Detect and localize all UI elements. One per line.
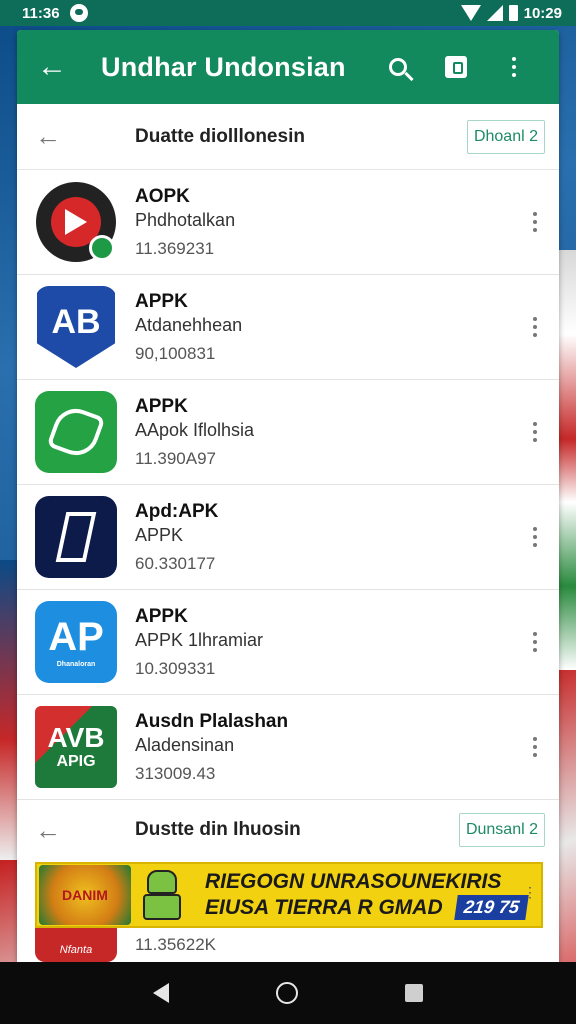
nav-back-icon[interactable] — [153, 983, 170, 1003]
search-icon — [389, 58, 407, 76]
more-vert-icon[interactable] — [525, 527, 545, 547]
list-item[interactable]: AB APPK Atdanehhean 90,100831 — [17, 275, 559, 380]
more-vert-icon — [512, 57, 516, 77]
app-name: Apd:APK — [135, 500, 219, 522]
bag-icon — [445, 56, 467, 78]
red-play-icon — [35, 181, 117, 263]
app-number: 11.35622K — [135, 935, 216, 954]
app-name: AOPK — [135, 185, 190, 207]
section-header-1: ← Duatte diolllonesin Dhoanl 2 — [17, 104, 559, 170]
ad-price: 219 75 — [454, 895, 529, 920]
section-title-2: Dustte din Ihuosin — [135, 819, 301, 840]
section-title-1: Duatte diolllonesin — [135, 125, 305, 147]
avb-icon-subtext: APIG — [56, 753, 96, 770]
ad-close-icon[interactable]: ⋮ — [523, 884, 537, 901]
app-subtitle: Aladensinan — [135, 734, 235, 755]
list-item[interactable]: APPK AApok Iflolhsia 11.390A97 — [17, 380, 559, 485]
ap-icon-subtext: Dhanaloran — [56, 660, 96, 668]
battery-icon — [508, 5, 518, 21]
list-item[interactable]: AP Dhanaloran APPK APPK 1lhramiar 10.309… — [17, 590, 559, 695]
app-subtitle: Atdanehhean — [135, 314, 243, 335]
app-name: Ausdn Plalashan — [135, 710, 289, 732]
section-header-2: ← Dustte din Ihuosin Dunsanl 2 — [17, 800, 559, 860]
ab-shield-text: AB — [37, 286, 115, 368]
avb-icon-text: AVB — [47, 722, 105, 753]
section-button-2[interactable]: Dunsanl 2 — [458, 813, 545, 847]
back-arrow-icon[interactable]: ← — [37, 50, 77, 84]
ad-banner[interactable]: DANIM RIEGOGN UNRASOUNEKIRIS EIUSA TIERR… — [35, 862, 543, 928]
list-item[interactable]: Apd:APK APPK 60.330177 — [17, 485, 559, 590]
nav-recents-icon[interactable] — [404, 984, 423, 1002]
app-bar-title: Undhar Undonsian — [101, 51, 346, 82]
ap-icon-text: AP — [48, 614, 104, 659]
main-card: ← Undhar Undonsian ← Duatte diolllonesin… — [17, 30, 559, 962]
more-vert-icon[interactable] — [525, 317, 545, 337]
avb-apig-icon: AVB APIG — [35, 706, 117, 788]
ad-logo: DANIM — [39, 865, 131, 925]
app-number: 90,100831 — [135, 343, 216, 363]
search-button[interactable] — [369, 58, 427, 76]
status-bar: 11:36 10:29 — [0, 0, 576, 26]
list-item[interactable]: AVB APIG Ausdn Plalashan Aladensinan 313… — [17, 695, 559, 800]
app-name: APPK — [135, 605, 188, 627]
app-bar: ← Undhar Undonsian — [17, 30, 559, 104]
signal-icon — [486, 5, 503, 21]
more-vert-icon[interactable] — [525, 212, 545, 232]
nav-home-icon[interactable] — [275, 982, 298, 1004]
app-subtitle: Phdhotalkan — [135, 209, 236, 230]
section-button-1[interactable]: Dhoanl 2 — [466, 119, 545, 154]
section-back-arrow-icon[interactable]: ← — [35, 815, 85, 846]
status-time-right: 10:29 — [523, 4, 562, 22]
status-time-left: 11:36 — [22, 4, 60, 22]
more-vert-icon[interactable] — [525, 632, 545, 652]
list-item[interactable]: AOPK Phdhotalkan 11.369231 — [17, 170, 559, 275]
app-name: APPK — [135, 395, 188, 417]
wifi-icon — [460, 5, 481, 21]
more-options-button[interactable] — [485, 57, 543, 77]
ab-shield-icon: AB — [35, 286, 117, 368]
app-number: 10.309331 — [135, 658, 216, 678]
cloud-icon — [69, 4, 88, 22]
green-leaf-icon — [35, 391, 117, 473]
list-item-partial[interactable]: Nfanta 11.35622K — [17, 928, 559, 962]
app-subtitle: APPK — [135, 524, 184, 545]
app-subtitle: APPK 1lhramiar — [135, 629, 264, 650]
android-robot-icon — [135, 866, 191, 924]
navy-phone-icon — [35, 496, 117, 578]
more-vert-icon[interactable] — [525, 737, 545, 757]
ap-blue-icon: AP Dhanaloran — [35, 601, 117, 683]
app-name: APPK — [135, 290, 188, 312]
app-number: 11.390A97 — [135, 448, 216, 468]
bag-button[interactable] — [427, 56, 485, 78]
app-number: 60.330177 — [135, 553, 216, 573]
app-number: 11.369231 — [135, 238, 215, 258]
more-vert-icon[interactable] — [525, 422, 545, 442]
app-number: 313009.43 — [135, 763, 216, 783]
partial-app-icon: Nfanta — [35, 928, 117, 962]
navigation-bar — [0, 962, 576, 1024]
app-subtitle: AApok Iflolhsia — [135, 419, 255, 440]
section-back-arrow-icon[interactable]: ← — [35, 121, 85, 152]
ad-headline: RIEGOGN UNRASOUNEKIRIS — [205, 870, 502, 893]
